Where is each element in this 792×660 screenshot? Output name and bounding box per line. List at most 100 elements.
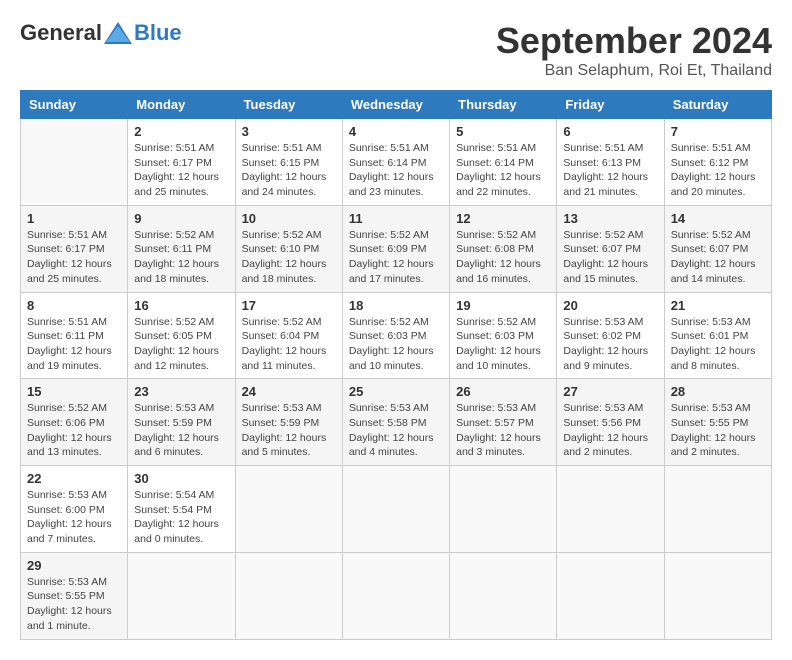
day-info: Sunrise: 5:52 AMSunset: 6:08 PMDaylight:… (456, 229, 541, 285)
calendar-cell: 4 Sunrise: 5:51 AMSunset: 6:14 PMDayligh… (342, 119, 449, 206)
calendar-cell (664, 466, 771, 553)
day-info: Sunrise: 5:52 AMSunset: 6:07 PMDaylight:… (671, 229, 756, 285)
calendar-cell (450, 552, 557, 639)
day-info: Sunrise: 5:51 AMSunset: 6:17 PMDaylight:… (134, 142, 219, 198)
day-info: Sunrise: 5:54 AMSunset: 5:54 PMDaylight:… (134, 489, 219, 545)
day-number: 14 (671, 211, 765, 226)
day-info: Sunrise: 5:53 AMSunset: 6:01 PMDaylight:… (671, 316, 756, 372)
header-tuesday: Tuesday (235, 91, 342, 119)
header-friday: Friday (557, 91, 664, 119)
calendar-cell (235, 466, 342, 553)
calendar-cell: 21 Sunrise: 5:53 AMSunset: 6:01 PMDaylig… (664, 292, 771, 379)
title-block: September 2024 Ban Selaphum, Roi Et, Tha… (496, 20, 772, 80)
day-number: 12 (456, 211, 550, 226)
calendar-cell (342, 552, 449, 639)
calendar-cell: 22 Sunrise: 5:53 AMSunset: 6:00 PMDaylig… (21, 466, 128, 553)
month-title: September 2024 (496, 20, 772, 62)
day-number: 17 (242, 298, 336, 313)
calendar-row: 8 Sunrise: 5:51 AMSunset: 6:11 PMDayligh… (21, 292, 772, 379)
logo-icon (104, 22, 132, 44)
day-info: Sunrise: 5:53 AMSunset: 5:59 PMDaylight:… (242, 402, 327, 458)
calendar-cell: 26 Sunrise: 5:53 AMSunset: 5:57 PMDaylig… (450, 379, 557, 466)
calendar-cell: 11 Sunrise: 5:52 AMSunset: 6:09 PMDaylig… (342, 205, 449, 292)
day-number: 9 (134, 211, 228, 226)
calendar-cell: 16 Sunrise: 5:52 AMSunset: 6:05 PMDaylig… (128, 292, 235, 379)
calendar-cell: 5 Sunrise: 5:51 AMSunset: 6:14 PMDayligh… (450, 119, 557, 206)
day-number: 4 (349, 124, 443, 139)
day-info: Sunrise: 5:52 AMSunset: 6:03 PMDaylight:… (456, 316, 541, 372)
calendar-cell: 6 Sunrise: 5:51 AMSunset: 6:13 PMDayligh… (557, 119, 664, 206)
calendar-cell: 19 Sunrise: 5:52 AMSunset: 6:03 PMDaylig… (450, 292, 557, 379)
calendar-cell: 3 Sunrise: 5:51 AMSunset: 6:15 PMDayligh… (235, 119, 342, 206)
day-info: Sunrise: 5:53 AMSunset: 5:58 PMDaylight:… (349, 402, 434, 458)
day-info: Sunrise: 5:51 AMSunset: 6:11 PMDaylight:… (27, 316, 112, 372)
logo: General Blue (20, 20, 182, 46)
calendar-row: 15 Sunrise: 5:52 AMSunset: 6:06 PMDaylig… (21, 379, 772, 466)
day-info: Sunrise: 5:53 AMSunset: 5:59 PMDaylight:… (134, 402, 219, 458)
day-info: Sunrise: 5:52 AMSunset: 6:05 PMDaylight:… (134, 316, 219, 372)
day-number: 20 (563, 298, 657, 313)
calendar-cell: 10 Sunrise: 5:52 AMSunset: 6:10 PMDaylig… (235, 205, 342, 292)
day-info: Sunrise: 5:53 AMSunset: 5:56 PMDaylight:… (563, 402, 648, 458)
day-info: Sunrise: 5:53 AMSunset: 5:57 PMDaylight:… (456, 402, 541, 458)
day-number: 1 (27, 211, 121, 226)
day-info: Sunrise: 5:52 AMSunset: 6:09 PMDaylight:… (349, 229, 434, 285)
weekday-header-row: Sunday Monday Tuesday Wednesday Thursday… (21, 91, 772, 119)
day-info: Sunrise: 5:52 AMSunset: 6:04 PMDaylight:… (242, 316, 327, 372)
day-info: Sunrise: 5:51 AMSunset: 6:12 PMDaylight:… (671, 142, 756, 198)
calendar-cell: 29 Sunrise: 5:53 AMSunset: 5:55 PMDaylig… (21, 552, 128, 639)
calendar-cell: 15 Sunrise: 5:52 AMSunset: 6:06 PMDaylig… (21, 379, 128, 466)
day-info: Sunrise: 5:52 AMSunset: 6:03 PMDaylight:… (349, 316, 434, 372)
calendar-cell: 7 Sunrise: 5:51 AMSunset: 6:12 PMDayligh… (664, 119, 771, 206)
day-number: 10 (242, 211, 336, 226)
day-info: Sunrise: 5:53 AMSunset: 6:00 PMDaylight:… (27, 489, 112, 545)
calendar-cell: 18 Sunrise: 5:52 AMSunset: 6:03 PMDaylig… (342, 292, 449, 379)
day-number: 29 (27, 558, 121, 573)
header-monday: Monday (128, 91, 235, 119)
calendar-row: 22 Sunrise: 5:53 AMSunset: 6:00 PMDaylig… (21, 466, 772, 553)
day-number: 11 (349, 211, 443, 226)
calendar-cell: 13 Sunrise: 5:52 AMSunset: 6:07 PMDaylig… (557, 205, 664, 292)
day-info: Sunrise: 5:52 AMSunset: 6:07 PMDaylight:… (563, 229, 648, 285)
day-number: 19 (456, 298, 550, 313)
calendar-cell (235, 552, 342, 639)
calendar-cell: 24 Sunrise: 5:53 AMSunset: 5:59 PMDaylig… (235, 379, 342, 466)
day-number: 16 (134, 298, 228, 313)
day-number: 8 (27, 298, 121, 313)
calendar-cell (128, 552, 235, 639)
day-info: Sunrise: 5:53 AMSunset: 5:55 PMDaylight:… (27, 576, 112, 632)
day-number: 30 (134, 471, 228, 486)
day-number: 13 (563, 211, 657, 226)
logo-general: General (20, 20, 102, 46)
day-info: Sunrise: 5:51 AMSunset: 6:15 PMDaylight:… (242, 142, 327, 198)
day-number: 21 (671, 298, 765, 313)
day-info: Sunrise: 5:51 AMSunset: 6:13 PMDaylight:… (563, 142, 648, 198)
calendar-cell (342, 466, 449, 553)
calendar-cell: 23 Sunrise: 5:53 AMSunset: 5:59 PMDaylig… (128, 379, 235, 466)
day-info: Sunrise: 5:53 AMSunset: 6:02 PMDaylight:… (563, 316, 648, 372)
day-number: 6 (563, 124, 657, 139)
day-number: 18 (349, 298, 443, 313)
header-wednesday: Wednesday (342, 91, 449, 119)
calendar-cell: 25 Sunrise: 5:53 AMSunset: 5:58 PMDaylig… (342, 379, 449, 466)
day-number: 2 (134, 124, 228, 139)
calendar-row: 1 Sunrise: 5:51 AMSunset: 6:17 PMDayligh… (21, 205, 772, 292)
calendar-cell (21, 119, 128, 206)
calendar-cell: 9 Sunrise: 5:52 AMSunset: 6:11 PMDayligh… (128, 205, 235, 292)
calendar-row: 29 Sunrise: 5:53 AMSunset: 5:55 PMDaylig… (21, 552, 772, 639)
calendar-table: Sunday Monday Tuesday Wednesday Thursday… (20, 90, 772, 640)
header-saturday: Saturday (664, 91, 771, 119)
calendar-cell: 14 Sunrise: 5:52 AMSunset: 6:07 PMDaylig… (664, 205, 771, 292)
location-title: Ban Selaphum, Roi Et, Thailand (496, 62, 772, 80)
calendar-cell (557, 466, 664, 553)
header-sunday: Sunday (21, 91, 128, 119)
day-number: 15 (27, 384, 121, 399)
page-header: General Blue September 2024 Ban Selaphum… (20, 20, 772, 80)
day-number: 26 (456, 384, 550, 399)
header-thursday: Thursday (450, 91, 557, 119)
calendar-cell: 8 Sunrise: 5:51 AMSunset: 6:11 PMDayligh… (21, 292, 128, 379)
day-info: Sunrise: 5:52 AMSunset: 6:11 PMDaylight:… (134, 229, 219, 285)
calendar-cell (557, 552, 664, 639)
calendar-row: 2 Sunrise: 5:51 AMSunset: 6:17 PMDayligh… (21, 119, 772, 206)
day-info: Sunrise: 5:52 AMSunset: 6:06 PMDaylight:… (27, 402, 112, 458)
